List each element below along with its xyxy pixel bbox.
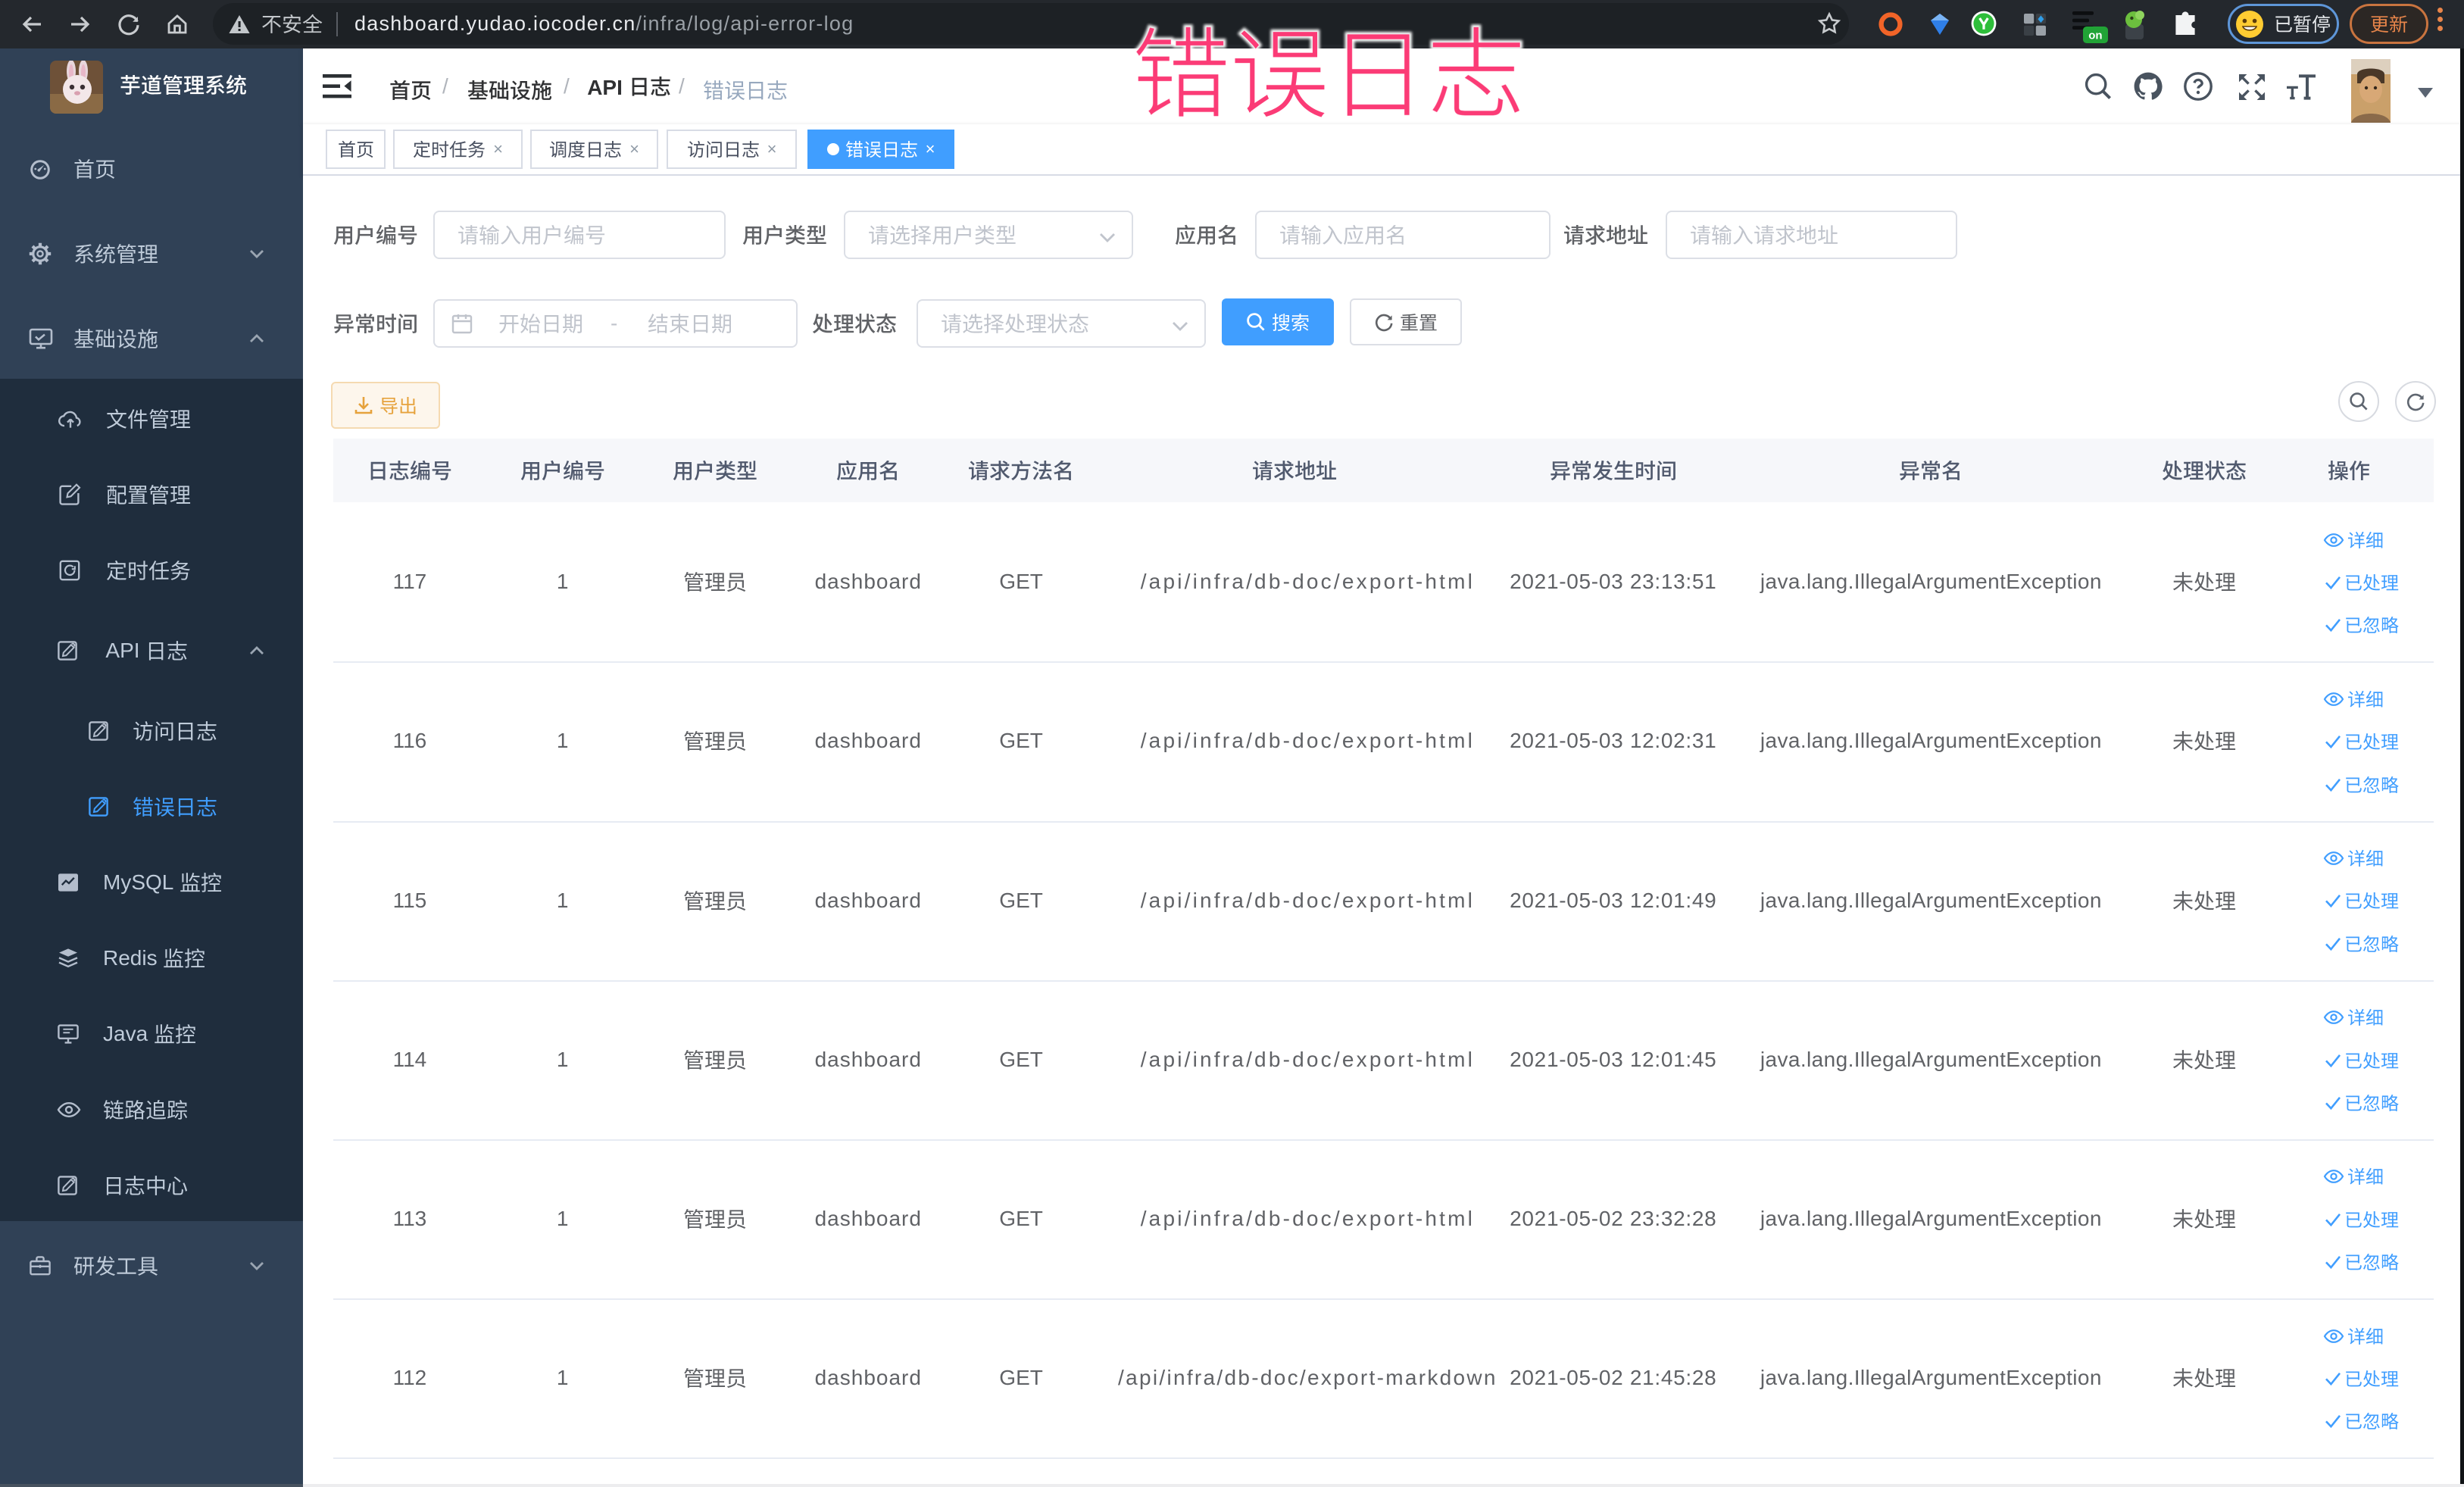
svg-text:on: on [2088, 30, 2102, 42]
